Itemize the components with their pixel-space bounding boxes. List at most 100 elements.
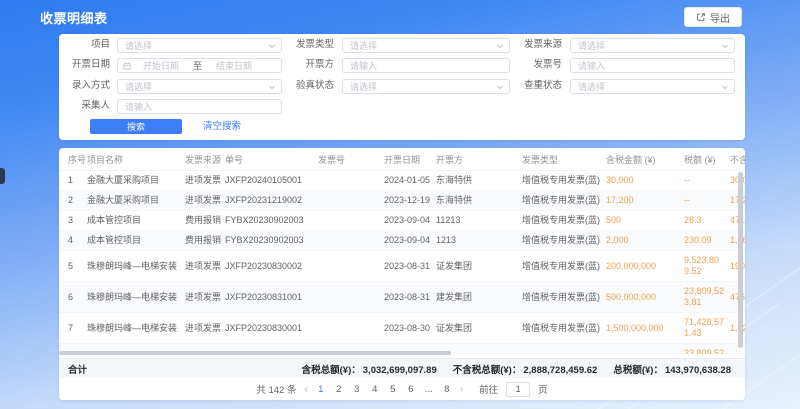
project-select[interactable]: 请选择 xyxy=(117,38,282,53)
cell-tax: 71,428,571.43 xyxy=(682,313,728,344)
cell-invoice-no xyxy=(316,282,382,313)
cell-tax: -- xyxy=(682,171,728,191)
collector-placeholder: 请输入 xyxy=(125,100,152,113)
table-row[interactable]: 3成本管控项目费用报销FYBX202309020032023-09-041121… xyxy=(59,211,745,231)
page-button[interactable]: 3 xyxy=(352,384,362,395)
page-ellipsis: ... xyxy=(424,384,434,395)
search-button[interactable]: 搜索 xyxy=(90,119,182,134)
summary-incl-tax: 含税总额(¥)：3,032,699,097.89 xyxy=(302,362,437,376)
cell-invoice-source: 进项发票 xyxy=(183,191,223,211)
page-button[interactable]: 2 xyxy=(334,384,344,395)
cell-invoice-source: 进项发票 xyxy=(183,282,223,313)
cell-amount-incl-tax: 2,000 xyxy=(604,231,682,251)
verify-status-select[interactable]: 请选择 xyxy=(342,79,510,94)
cell-seq: 3 xyxy=(59,211,85,231)
invoice-date-range[interactable]: 开始日期 至 结束日期 xyxy=(117,58,282,73)
drawer-label: 开票方 xyxy=(279,58,342,72)
table-row[interactable]: 7珠穆朗玛峰—电梯安装进项发票JXFP202308300012023-08-30… xyxy=(59,313,745,344)
col-header-tax: 税额 (¥) xyxy=(682,148,728,171)
goto-page-input[interactable]: 1 xyxy=(506,382,530,397)
page-list: 123456... 8 xyxy=(316,384,452,395)
table-row[interactable]: 6珠穆朗玛峰—电梯安装进项发票JXFP202308310012023-08-31… xyxy=(59,282,745,313)
cell-invoice-source: 进项发票 xyxy=(183,171,223,191)
cell-seq: 6 xyxy=(59,282,85,313)
cell-project-name: 金融大厦采购项目 xyxy=(85,191,183,211)
invoice-type-select[interactable]: 请选择 xyxy=(342,38,510,53)
invoice-source-select[interactable]: 请选择 xyxy=(570,38,735,53)
cell-invoice-type: 增值税专用发票(蓝) xyxy=(520,344,604,355)
cell-tax: 28.3 xyxy=(682,211,728,231)
col-header-project-name: 项目名称 xyxy=(85,148,183,171)
cell-invoice-date: 2023-08-30 xyxy=(382,313,434,344)
cell-invoice-date: 2023-09-04 xyxy=(382,211,434,231)
page-button[interactable]: 8 xyxy=(442,384,452,395)
cell-project-name: 珠穆朗玛峰—电梯安装 xyxy=(85,251,183,282)
pagination-bar: 共 142 条 ‹ 123456...8 › 前往 1 页 xyxy=(59,378,745,400)
cell-invoice-source: 费用报销 xyxy=(183,211,223,231)
prev-page-button[interactable]: ‹ xyxy=(304,384,307,395)
cell-invoice-no xyxy=(316,313,382,344)
goto-page-suffix: 页 xyxy=(538,382,548,396)
cell-drawer: 东海特供 xyxy=(434,171,520,191)
next-page-button[interactable]: › xyxy=(460,384,463,395)
date-end-placeholder: 结束日期 xyxy=(216,59,252,72)
drawer-placeholder: 请输入 xyxy=(350,59,377,72)
drawer-handle[interactable] xyxy=(0,168,5,184)
dup-status-label: 查重状态 xyxy=(507,79,570,93)
drawer-input[interactable]: 请输入 xyxy=(342,58,510,73)
chevron-down-icon xyxy=(721,83,729,91)
collector-label: 采集人 xyxy=(59,99,118,113)
goto-label: 前往 xyxy=(479,382,498,396)
project-label: 项目 xyxy=(59,38,118,52)
col-header-drawer: 开票方 xyxy=(434,148,520,171)
entry-method-select[interactable]: 请选择 xyxy=(117,79,282,94)
cell-invoice-type: 增值税专用发票(蓝) xyxy=(520,171,604,191)
cell-seq: 7 xyxy=(59,313,85,344)
cell-invoice-date: 2023-08-31 xyxy=(382,282,434,313)
cell-seq: 4 xyxy=(59,231,85,251)
cell-drawer: 证发集团 xyxy=(434,251,520,282)
invoice-no-label: 发票号 xyxy=(507,58,570,72)
chevron-down-icon xyxy=(721,42,729,50)
collector-input[interactable]: 请输入 xyxy=(117,99,282,114)
cell-project-name: 成本管控项目 xyxy=(85,211,183,231)
cell-drawer: 建发集团 xyxy=(434,282,520,313)
page-button[interactable]: 4 xyxy=(370,384,380,395)
date-separator: 至 xyxy=(193,59,202,72)
cell-invoice-type: 增值税专用发票(蓝) xyxy=(520,191,604,211)
cell-project-name: 珠穆朗玛峰—电梯安装 xyxy=(85,282,183,313)
table-row[interactable]: 5珠穆朗玛峰—电梯安装进项发票JXFP202308300022023-08-31… xyxy=(59,251,745,282)
cell-invoice-type: 增值税专用发票(蓝) xyxy=(520,231,604,251)
table-row[interactable]: 4成本管控项目费用报销FYBX202309020032023-09-041213… xyxy=(59,231,745,251)
pagination-total: 共 142 条 xyxy=(256,382,296,396)
invoice-no-placeholder: 请输入 xyxy=(578,59,605,72)
export-icon xyxy=(696,12,706,22)
page-button[interactable]: 6 xyxy=(406,384,416,395)
table-row[interactable]: 2金融大厦采购项目进项发票JXFP202312190022023-12-19东海… xyxy=(59,191,745,211)
cell-project-name: 金融大厦采购项目 xyxy=(85,171,183,191)
horizontal-scrollbar[interactable] xyxy=(59,351,451,355)
export-button[interactable]: 导出 xyxy=(684,7,742,27)
chevron-down-icon xyxy=(268,42,276,50)
chevron-down-icon xyxy=(496,83,504,91)
cell-tax: 23,809,523.81 xyxy=(682,282,728,313)
invoice-date-label: 开票日期 xyxy=(59,58,118,72)
page-button[interactable]: 1 xyxy=(316,384,326,395)
cell-drawer: 11213 xyxy=(434,211,520,231)
cell-drawer: 1213 xyxy=(434,231,520,251)
page-button[interactable]: 5 xyxy=(388,384,398,395)
vertical-scrollbar[interactable] xyxy=(738,172,743,348)
cell-amount-incl-tax: 200,000,000 xyxy=(604,251,682,282)
cell-invoice-type: 增值税专用发票(蓝) xyxy=(520,282,604,313)
cell-seq: 1 xyxy=(59,171,85,191)
invoice-no-input[interactable]: 请输入 xyxy=(570,58,735,73)
table-row[interactable]: 1金融大厦采购项目进项发票JXFP202401050012024-01-05东海… xyxy=(59,171,745,191)
cell-invoice-type: 增值税专用发票(蓝) xyxy=(520,211,604,231)
summary-excl-tax: 不含税总额(¥)：2,888,728,459.62 xyxy=(453,362,598,376)
cell-amount-incl-tax: 500 xyxy=(604,211,682,231)
invoice-table-scroll-area: 序号项目名称发票来源单号发票号开票日期开票方发票类型含税金额 (¥)税额 (¥)… xyxy=(59,148,745,354)
clear-search-link[interactable]: 清空搜索 xyxy=(203,119,241,134)
cell-tax: -- xyxy=(682,191,728,211)
dup-status-select[interactable]: 请选择 xyxy=(570,79,735,94)
entry-method-label: 录入方式 xyxy=(59,79,118,93)
